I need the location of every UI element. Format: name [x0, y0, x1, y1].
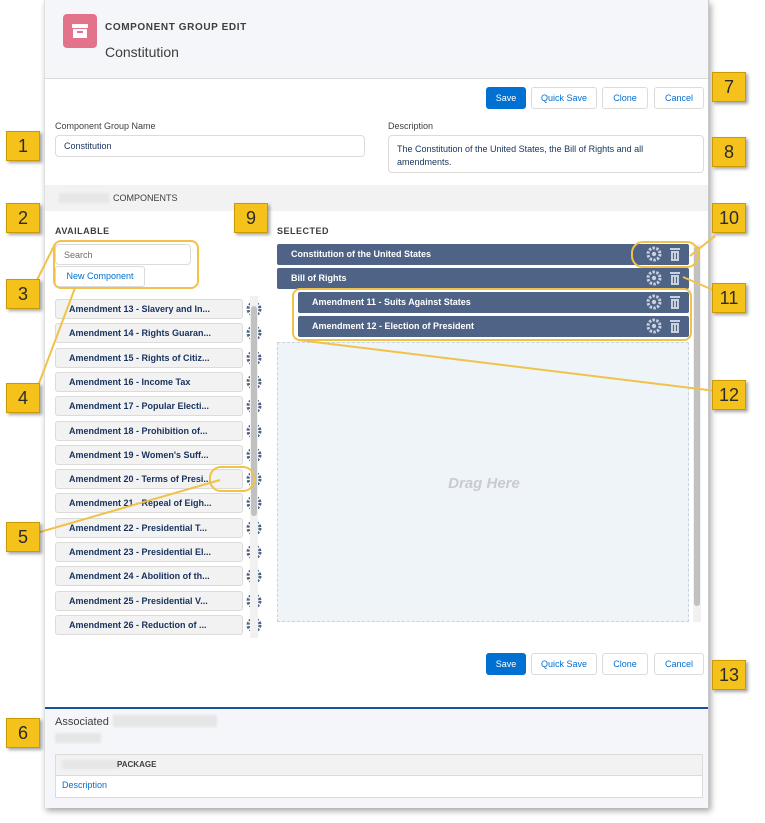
- callout-11: 11: [712, 283, 746, 313]
- trash-icon[interactable]: [667, 270, 683, 286]
- available-item[interactable]: Amendment 18 - Prohibition of...: [55, 420, 262, 441]
- drag-here-hint: Drag Here: [448, 475, 520, 492]
- gear-icon[interactable]: [646, 270, 662, 286]
- save-button-bottom[interactable]: Save: [486, 653, 526, 675]
- available-item-label: Amendment 18 - Prohibition of...: [69, 425, 208, 436]
- drop-zone[interactable]: Drag Here: [277, 342, 689, 622]
- available-item[interactable]: Amendment 22 - Presidential T...: [55, 517, 262, 538]
- clone-button-bottom[interactable]: Clone: [602, 653, 648, 675]
- package-column-header: PACKAGE: [117, 760, 157, 769]
- callout-5: 5: [6, 522, 40, 552]
- description-link[interactable]: Description: [62, 780, 107, 790]
- description-label: Description: [388, 121, 434, 131]
- callout-13: 13: [712, 660, 746, 690]
- description-field[interactable]: The Constitution of the United States, t…: [388, 135, 704, 173]
- blurred-text: [113, 715, 217, 727]
- selected-item-label: Bill of Rights: [291, 273, 347, 283]
- component-group-edit-panel: COMPONENT GROUP EDIT Constitution Save Q…: [44, 0, 709, 808]
- available-item-label: Amendment 20 - Terms of Presi...: [69, 474, 211, 485]
- archive-icon: [63, 14, 97, 48]
- callout-1: 1: [6, 131, 40, 161]
- available-item-label: Amendment 25 - Presidential V...: [69, 595, 208, 606]
- selected-item-label: Constitution of the United States: [291, 249, 431, 259]
- available-item[interactable]: Amendment 16 - Income Tax: [55, 371, 262, 392]
- callout-4: 4: [6, 383, 40, 413]
- available-item-label: Amendment 24 - Abolition of th...: [69, 571, 210, 582]
- available-item-label: Amendment 17 - Popular Electi...: [69, 401, 210, 412]
- page-subtitle: COMPONENT GROUP EDIT: [105, 22, 247, 33]
- selected-item[interactable]: Bill of Rights: [277, 268, 689, 289]
- callout-2: 2: [6, 203, 40, 233]
- available-item-label: Amendment 19 - Women's Suff...: [69, 449, 209, 460]
- available-item[interactable]: Amendment 14 - Rights Guaran...: [55, 323, 262, 344]
- available-item[interactable]: Amendment 24 - Abolition of th...: [55, 566, 262, 587]
- cancel-button[interactable]: Cancel: [654, 87, 704, 109]
- available-item[interactable]: Amendment 15 - Rights of Citiz...: [55, 347, 262, 368]
- blurred-text: [62, 760, 120, 769]
- package-table: PACKAGE Description: [55, 754, 703, 798]
- gear-highlight: [209, 466, 255, 492]
- available-heading: AVAILABLE: [55, 226, 110, 236]
- available-item[interactable]: Amendment 26 - Reduction of ...: [55, 614, 262, 635]
- children-highlight: [292, 288, 692, 341]
- available-item-label: Amendment 23 - Presidential El...: [69, 547, 212, 557]
- available-item[interactable]: Amendment 23 - Presidential El...: [55, 542, 262, 562]
- callout-7: 7: [712, 72, 746, 102]
- callout-8: 8: [712, 137, 746, 167]
- available-item[interactable]: Amendment 25 - Presidential V...: [55, 590, 262, 611]
- cancel-button-bottom[interactable]: Cancel: [654, 653, 704, 675]
- blurred-text: [59, 193, 109, 203]
- page-header: COMPONENT GROUP EDIT Constitution: [45, 0, 708, 79]
- search-new-highlight: [53, 240, 199, 289]
- actions-highlight: [631, 241, 699, 268]
- save-button[interactable]: Save: [486, 87, 526, 109]
- available-item-label: Amendment 16 - Income Tax: [69, 376, 191, 387]
- callout-3: 3: [6, 279, 40, 309]
- selected-scroll-thumb[interactable]: [694, 246, 700, 606]
- selected-item[interactable]: Constitution of the United States: [277, 244, 689, 265]
- associated-title: Associated: [55, 716, 109, 728]
- available-item[interactable]: Amendment 13 - Slavery and In...: [55, 299, 262, 319]
- callout-9: 9: [234, 203, 268, 233]
- available-item[interactable]: Amendment 19 - Women's Suff...: [55, 444, 262, 465]
- page-title: Constitution: [105, 44, 179, 60]
- available-item-label: Amendment 26 - Reduction of ...: [69, 619, 207, 630]
- components-section-bar: COMPONENTS: [45, 185, 708, 211]
- available-item[interactable]: Amendment 21 - Repeal of Eigh...: [55, 493, 262, 514]
- callout-6: 6: [6, 718, 40, 748]
- selected-heading: SELECTED: [277, 226, 330, 236]
- package-table-header: PACKAGE: [56, 755, 702, 776]
- available-item-label: Amendment 21 - Repeal of Eigh...: [69, 498, 212, 509]
- blurred-text: [55, 733, 101, 743]
- name-field[interactable]: Constitution: [55, 135, 365, 157]
- selected-scrollbar[interactable]: [693, 244, 701, 622]
- available-scrollbar[interactable]: [250, 296, 258, 638]
- available-item-label: Amendment 14 - Rights Guaran...: [69, 328, 212, 339]
- name-label: Component Group Name: [55, 121, 156, 131]
- available-item-label: Amendment 22 - Presidential T...: [69, 522, 208, 533]
- clone-button[interactable]: Clone: [602, 87, 648, 109]
- callout-10: 10: [712, 203, 746, 233]
- available-item[interactable]: Amendment 17 - Popular Electi...: [55, 396, 262, 417]
- components-section-title: COMPONENTS: [113, 193, 178, 203]
- available-item-label: Amendment 15 - Rights of Citiz...: [69, 352, 210, 363]
- quick-save-button[interactable]: Quick Save: [531, 87, 597, 109]
- available-item-label: Amendment 13 - Slavery and In...: [69, 304, 211, 314]
- callout-12: 12: [712, 380, 746, 410]
- quick-save-button-bottom[interactable]: Quick Save: [531, 653, 597, 675]
